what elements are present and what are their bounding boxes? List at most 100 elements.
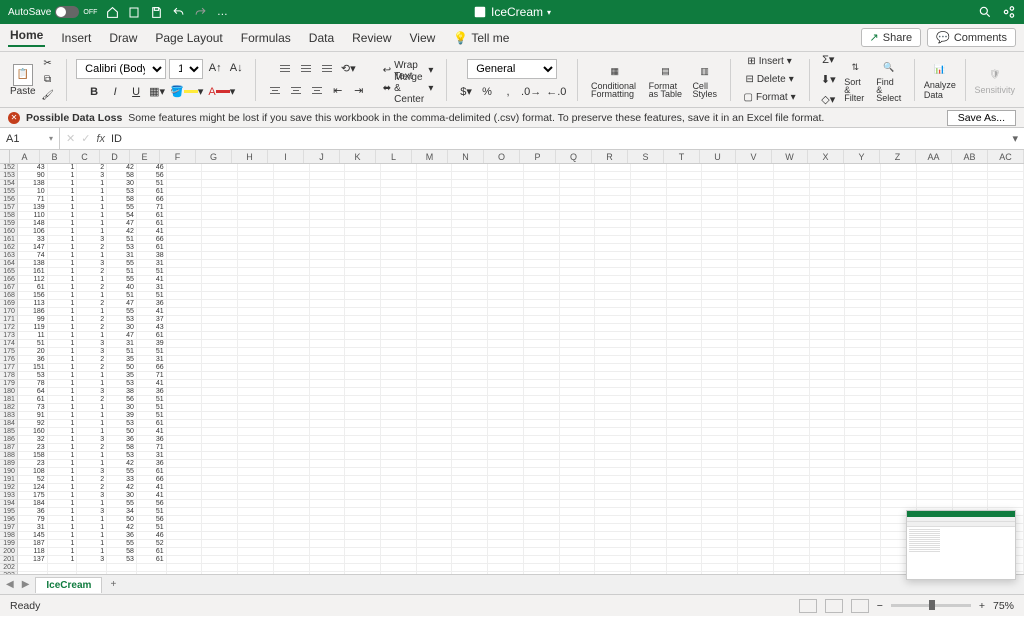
cell[interactable] [560,516,596,524]
cell[interactable] [774,180,810,188]
cell[interactable]: 66 [137,236,167,244]
cell[interactable] [631,484,667,492]
cell[interactable]: 156 [18,292,48,300]
cell[interactable] [167,164,203,172]
cell[interactable] [202,532,238,540]
cell[interactable] [381,244,417,252]
cell[interactable] [274,164,310,172]
cell[interactable] [274,460,310,468]
cell[interactable] [560,196,596,204]
cell[interactable] [560,244,596,252]
cell[interactable] [738,468,774,476]
cell[interactable] [810,476,846,484]
cell[interactable] [488,492,524,500]
cell[interactable] [524,236,560,244]
cell[interactable] [381,276,417,284]
cell[interactable] [202,180,238,188]
cell[interactable] [631,284,667,292]
cell[interactable]: 3 [77,468,107,476]
cell[interactable]: 41 [137,484,167,492]
cell[interactable] [488,572,524,574]
row-header[interactable]: 169 [0,300,18,308]
cell[interactable] [595,268,631,276]
cell[interactable] [881,220,917,228]
paste-button[interactable]: 📋 Paste [10,64,36,96]
row-header[interactable]: 165 [0,268,18,276]
cell[interactable]: 36 [107,436,137,444]
cell[interactable] [881,276,917,284]
cell[interactable]: 2 [77,356,107,364]
cell[interactable] [238,524,274,532]
cell[interactable] [774,436,810,444]
cell[interactable]: 20 [18,348,48,356]
cell[interactable] [381,492,417,500]
cell[interactable] [881,172,917,180]
cell[interactable] [274,572,310,574]
cell[interactable] [738,452,774,460]
row-header[interactable]: 161 [0,236,18,244]
cell[interactable] [202,244,238,252]
cell[interactable] [917,452,953,460]
copy-icon[interactable]: ⧉ [40,73,56,87]
cell[interactable] [417,452,453,460]
align-center-icon[interactable] [287,82,305,100]
cell[interactable] [845,548,881,556]
align-left-icon[interactable] [266,82,284,100]
cell[interactable] [738,412,774,420]
column-header[interactable]: T [664,150,700,163]
cell[interactable] [452,284,488,292]
cell[interactable] [631,404,667,412]
cell[interactable]: 2 [77,284,107,292]
cell[interactable] [845,476,881,484]
cell[interactable]: 50 [107,364,137,372]
cell[interactable]: 71 [137,444,167,452]
cell[interactable] [488,324,524,332]
cell[interactable] [917,316,953,324]
cell[interactable]: 53 [18,372,48,380]
cell[interactable] [18,564,48,572]
cell[interactable] [417,236,453,244]
cell[interactable] [381,300,417,308]
cell[interactable] [238,412,274,420]
cell[interactable] [345,388,381,396]
cell[interactable] [452,244,488,252]
cell[interactable] [452,460,488,468]
cell[interactable]: 23 [18,444,48,452]
cell[interactable] [595,324,631,332]
cell[interactable]: 52 [137,540,167,548]
cell[interactable]: 110 [18,212,48,220]
cell[interactable] [524,260,560,268]
cell[interactable] [452,492,488,500]
cell[interactable] [917,380,953,388]
cell[interactable] [167,396,203,404]
cell[interactable] [452,380,488,388]
cell[interactable] [488,276,524,284]
cell[interactable] [238,244,274,252]
cell[interactable] [667,428,703,436]
cell[interactable] [917,244,953,252]
cell[interactable] [917,412,953,420]
cell[interactable] [810,284,846,292]
cell[interactable] [702,564,738,572]
cell[interactable] [810,364,846,372]
cell[interactable] [810,196,846,204]
cell[interactable] [202,364,238,372]
cell[interactable] [417,436,453,444]
cell[interactable] [488,236,524,244]
cell[interactable] [202,460,238,468]
format-as-table-button[interactable]: ▤Format as Table [646,61,686,98]
file-icon[interactable] [127,5,141,19]
cell[interactable] [345,420,381,428]
cell[interactable]: 46 [137,532,167,540]
cell[interactable] [381,436,417,444]
cell[interactable] [488,348,524,356]
cell[interactable] [810,436,846,444]
row-header[interactable]: 201 [0,556,18,564]
cell[interactable] [167,324,203,332]
cell[interactable] [202,524,238,532]
cell[interactable] [917,500,953,508]
cell[interactable] [988,468,1024,476]
cell[interactable] [631,492,667,500]
cell[interactable] [560,292,596,300]
cell[interactable]: 34 [107,508,137,516]
